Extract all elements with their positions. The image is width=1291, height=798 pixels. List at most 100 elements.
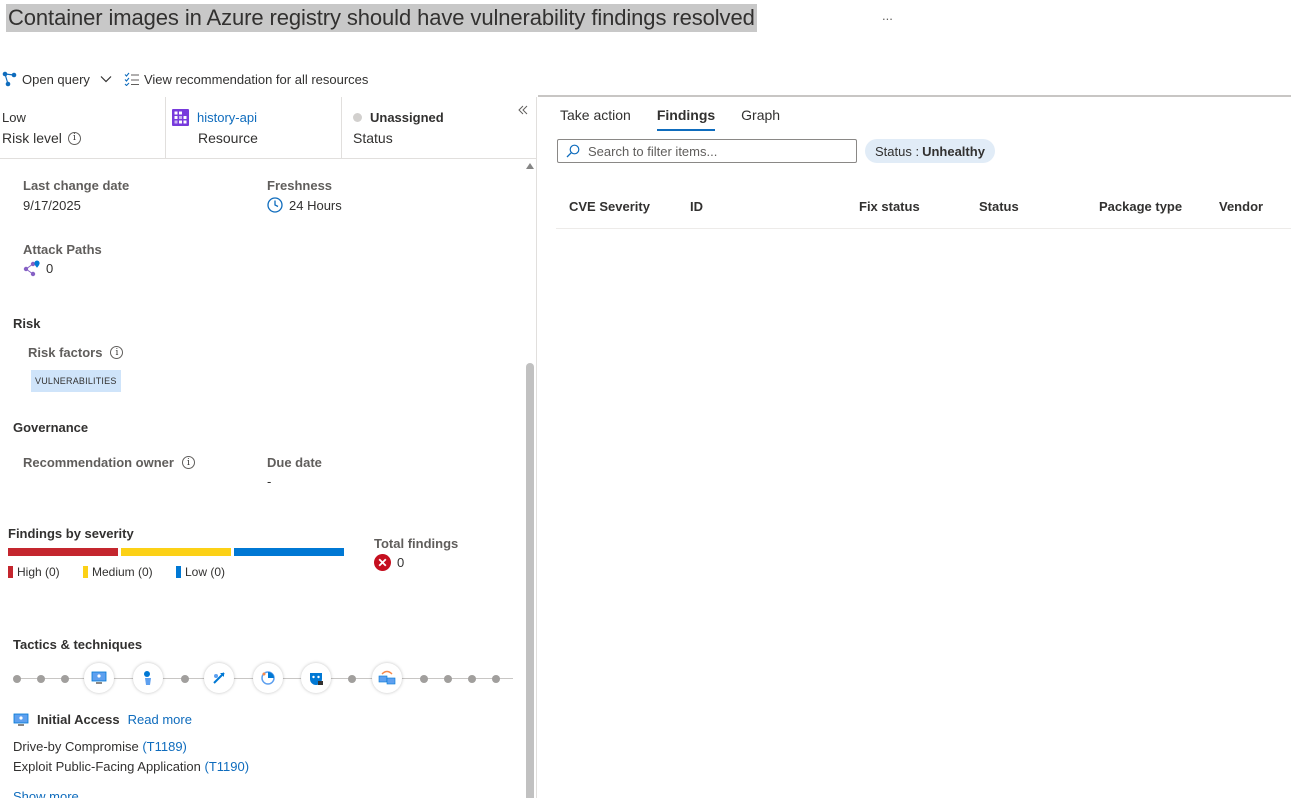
resource-cell: history-api Resource bbox=[166, 97, 342, 158]
technique-id-link[interactable]: (T1190) bbox=[205, 759, 250, 774]
title-bar: Container images in Azure registry shoul… bbox=[0, 0, 1291, 40]
risk-level-label: Risk level bbox=[2, 130, 62, 146]
search-input[interactable] bbox=[588, 143, 838, 159]
column-header[interactable]: Package type bbox=[1099, 199, 1182, 214]
status-label: Status bbox=[353, 130, 393, 146]
selected-tactic-header: Initial Access Read more bbox=[13, 712, 192, 727]
initial-access-icon[interactable] bbox=[84, 663, 114, 693]
execution-icon[interactable] bbox=[133, 663, 163, 693]
credential-access-icon[interactable] bbox=[301, 663, 331, 693]
owner-label-wrap: Recommendation owner i bbox=[23, 455, 195, 470]
scrollbar[interactable] bbox=[524, 159, 536, 798]
last-change-label: Last change date bbox=[23, 178, 130, 193]
tactic-dot[interactable] bbox=[61, 675, 69, 683]
attack-paths-value: 0 bbox=[46, 261, 54, 276]
resource-link[interactable]: history-api bbox=[197, 110, 257, 125]
low-swatch bbox=[176, 566, 181, 578]
risk-level-value: Low bbox=[2, 110, 26, 125]
total-findings-label: Total findings bbox=[374, 536, 459, 551]
toolbar: Open query View recommendation for all r… bbox=[2, 68, 368, 90]
status-value: Unassigned bbox=[370, 110, 444, 125]
column-header[interactable]: Vendor bbox=[1219, 199, 1263, 214]
technique-id-link[interactable]: (T1189) bbox=[142, 739, 187, 754]
open-query-button[interactable]: Open query bbox=[2, 71, 112, 87]
tactic-dot[interactable] bbox=[468, 675, 476, 683]
legend-high-label: High (0) bbox=[17, 565, 60, 579]
column-header[interactable]: Status bbox=[979, 199, 1019, 214]
tactic-dot[interactable] bbox=[37, 675, 45, 683]
page-title: Container images in Azure registry shoul… bbox=[6, 4, 757, 32]
info-icon[interactable]: i bbox=[67, 131, 81, 145]
total-findings-value-wrap: 0 bbox=[374, 554, 404, 571]
tab-bar: Take action Findings Graph bbox=[560, 107, 780, 131]
status-value-wrap: Unassigned bbox=[353, 110, 444, 125]
column-header[interactable]: Fix status bbox=[859, 199, 920, 214]
attack-paths-value-wrap: 0 bbox=[23, 260, 53, 277]
attack-path-icon bbox=[23, 260, 40, 277]
medium-swatch bbox=[83, 566, 88, 578]
view-all-resources-button[interactable]: View recommendation for all resources bbox=[124, 72, 368, 87]
show-more-link[interactable]: Show more bbox=[13, 789, 79, 798]
tab-findings[interactable]: Findings bbox=[656, 107, 716, 131]
tactic-dot[interactable] bbox=[181, 675, 189, 683]
error-circle-icon bbox=[374, 554, 391, 571]
low-severity-bar bbox=[234, 548, 344, 556]
info-icon[interactable]: i bbox=[110, 346, 124, 359]
tactic-dot[interactable] bbox=[420, 675, 428, 683]
initial-access-icon bbox=[13, 713, 29, 726]
tactic-dot[interactable] bbox=[444, 675, 452, 683]
search-box[interactable] bbox=[557, 139, 857, 163]
risk-factors-label-wrap: Risk factors i bbox=[28, 345, 124, 360]
container-registry-icon bbox=[172, 109, 189, 126]
legend-low-label: Low (0) bbox=[185, 565, 226, 579]
risk-level-label-wrap: Risk level i bbox=[2, 130, 81, 146]
info-icon[interactable]: i bbox=[181, 456, 195, 469]
resource-label: Resource bbox=[198, 130, 258, 146]
risk-factor-chip: VULNERABILITIES bbox=[31, 370, 121, 392]
freshness-label: Freshness bbox=[267, 178, 333, 193]
high-severity-bar bbox=[8, 548, 118, 556]
last-change-value: 9/17/2025 bbox=[23, 198, 81, 213]
column-header[interactable]: ID bbox=[690, 199, 703, 214]
total-findings-value: 0 bbox=[397, 555, 405, 570]
technique-item: Exploit Public-Facing Application (T1190… bbox=[13, 759, 249, 774]
scroll-up-arrow-icon[interactable] bbox=[526, 163, 534, 169]
due-date-label: Due date bbox=[267, 455, 322, 470]
lateral-movement-icon[interactable] bbox=[372, 663, 402, 693]
findings-panel: Take action Findings Graph Status : Unhe… bbox=[538, 97, 1291, 798]
legend-high: High (0) bbox=[8, 565, 60, 579]
tab-graph[interactable]: Graph bbox=[741, 107, 780, 131]
attack-paths-label: Attack Paths bbox=[23, 242, 102, 257]
collapse-panel-icon[interactable] bbox=[518, 103, 528, 118]
column-header[interactable]: CVE Severity bbox=[569, 199, 650, 214]
scrollbar-thumb[interactable] bbox=[526, 363, 534, 798]
medium-severity-bar bbox=[121, 548, 231, 556]
high-swatch bbox=[8, 566, 13, 578]
due-date-value: - bbox=[267, 474, 272, 489]
owner-label: Recommendation owner bbox=[23, 455, 174, 470]
defense-evasion-icon[interactable] bbox=[253, 663, 283, 693]
more-options-icon[interactable]: ... bbox=[882, 8, 893, 23]
tactic-dot[interactable] bbox=[348, 675, 356, 683]
clock-icon bbox=[267, 197, 283, 213]
read-more-link[interactable]: Read more bbox=[128, 712, 192, 727]
details-panel: Low Risk level i history-api Resource Un… bbox=[0, 97, 537, 798]
technique-name: Drive-by Compromise bbox=[13, 739, 139, 754]
filter-key: Status : bbox=[875, 143, 920, 159]
findings-severity-heading: Findings by severity bbox=[8, 526, 134, 541]
summary-bar: Low Risk level i history-api Resource Un… bbox=[0, 97, 536, 159]
technique-name: Exploit Public-Facing Application bbox=[13, 759, 201, 774]
checklist-icon bbox=[124, 72, 139, 86]
chevron-down-icon[interactable] bbox=[100, 73, 112, 85]
governance-heading: Governance bbox=[13, 420, 89, 435]
status-filter-pill[interactable]: Status : Unhealthy bbox=[865, 139, 995, 163]
privilege-escalation-icon[interactable] bbox=[204, 663, 234, 693]
legend-low: Low (0) bbox=[176, 565, 225, 579]
status-dot-icon bbox=[353, 113, 362, 122]
tab-take-action[interactable]: Take action bbox=[560, 107, 631, 131]
tactic-dot[interactable] bbox=[492, 675, 500, 683]
filter-value: Unhealthy bbox=[922, 143, 985, 159]
selected-tactic-name: Initial Access bbox=[37, 712, 120, 727]
table-header: CVE Severity ID Fix status Status Packag… bbox=[556, 187, 1291, 229]
tactic-dot[interactable] bbox=[13, 675, 21, 683]
